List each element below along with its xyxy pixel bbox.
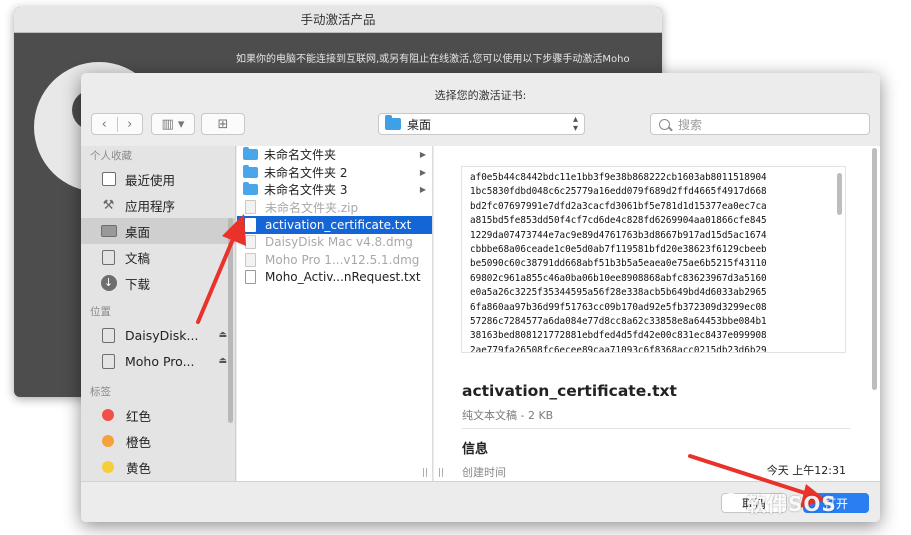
volume-icon [100,327,117,343]
updown-chevron-icon: ▴ ▾ [572,114,578,134]
preview-divider [462,428,850,429]
sidebar-item-daisydisk[interactable]: DaisyDisk... ⏏ [81,322,235,348]
sidebar-item-tag-yellow[interactable]: 黄色 [81,454,235,480]
sidebar-item-label: Moho Pro... [125,353,195,369]
watermark: 软件SOS [722,489,904,516]
sidebar-item-label: 桌面 [125,224,151,240]
watermark-text: 软件SOS [746,491,837,516]
new-folder-button[interactable]: ⊞ [201,113,245,135]
column-resize-handle[interactable]: || [438,468,444,478]
new-folder-icon: ⊞ [217,116,229,132]
sidebar: 个人收藏 最近使用 ⚒ 应用程序 桌面 文稿 ↓ 下载 位置 DaisyDisk… [81,146,236,481]
file-name: activation_certificate.txt [265,217,412,232]
desktop-icon [100,224,117,239]
sidebar-item-desktop[interactable]: 桌面 [81,218,235,244]
file-row[interactable]: 未命名文件夹 2 ▶ [237,164,432,182]
watermark-logo-icon [722,493,740,511]
tag-red-dot-icon [102,409,114,421]
view-mode-button[interactable]: ▥ ▾ [151,113,195,135]
tag-yellow-dot-icon [102,461,114,473]
sidebar-item-label: 应用程序 [125,198,176,214]
dialog-toolbar: ‹ › ▥ ▾ ⊞ 桌面 ▴ ▾ 搜索 [81,111,880,141]
preview-filetype: 纯文本文稿 - 2 KB [462,409,554,422]
search-placeholder: 搜索 [678,117,703,132]
text-preview-scrollbar[interactable] [837,173,842,215]
file-name: 未命名文件夹 [264,148,337,163]
file-column: 未命名文件夹 ▶ 未命名文件夹 2 ▶ 未命名文件夹 3 ▶ 未命名文件夹.zi… [237,146,433,481]
sidebar-item-label: 橙色 [126,434,152,450]
preview-filename: activation_certificate.txt [462,382,677,400]
preview-created-label: 创建时间 [462,466,506,479]
preview-scrollbar[interactable] [872,148,877,390]
sidebar-item-recents[interactable]: 最近使用 [81,166,235,192]
sidebar-section-favorites: 个人收藏 [90,150,132,162]
folder-icon [385,115,401,130]
sidebar-item-moho-pro[interactable]: Moho Pro... ⏏ [81,348,235,374]
downloads-icon: ↓ [100,275,117,291]
file-name: 未命名文件夹 2 [264,165,348,180]
recents-icon [100,172,117,187]
nav-buttons: ‹ › [91,113,143,135]
text-preview-content: af0e5b44c8442bdc11e1bb3f9e38b868222cb160… [470,172,767,353]
location-popup[interactable]: 桌面 ▴ ▾ [378,113,585,135]
sidebar-section-locations: 位置 [90,306,111,318]
preview-created-value: 今天 上午12:31 [766,464,846,477]
file-row[interactable]: 未命名文件夹 ▶ [237,146,432,164]
chevron-right-icon: ▶ [419,185,426,195]
text-file-icon [245,270,256,285]
applications-icon: ⚒ [102,197,115,213]
file-row[interactable]: Moho_Activ...nRequest.txt [237,269,432,287]
open-file-dialog: 选择您的激活证书: ‹ › ▥ ▾ ⊞ 桌面 ▴ ▾ 搜索 个人收藏 最近使用 ⚒ [81,73,880,522]
sidebar-item-applications[interactable]: ⚒ 应用程序 [81,192,235,218]
file-row-selected[interactable]: activation_certificate.txt [237,216,432,234]
disk-image-icon [245,235,256,250]
file-name: Moho_Activ...nRequest.txt [265,270,421,285]
volume-icon [100,353,117,369]
file-name: 未命名文件夹 3 [264,183,348,198]
file-row[interactable]: 未命名文件夹.zip [237,199,432,217]
sidebar-item-documents[interactable]: 文稿 [81,244,235,270]
sidebar-item-label: 文稿 [125,250,151,266]
folder-icon [243,147,258,161]
file-name: 未命名文件夹.zip [265,200,359,215]
sidebar-item-tag-orange[interactable]: 橙色 [81,428,235,454]
eject-icon[interactable]: ⏏ [218,330,227,340]
back-button[interactable]: ‹ [92,117,117,132]
folder-icon [243,182,258,196]
sidebar-item-label: 红色 [126,408,152,424]
search-field[interactable]: 搜索 [650,113,870,135]
search-icon [659,118,670,130]
sidebar-item-label: DaisyDisk... [125,327,199,343]
preview-info-header: 信息 [462,442,489,457]
sidebar-section-tags: 标签 [90,386,111,398]
dialog-title: 选择您的激活证书: [434,89,527,102]
background-window-title: 手动激活产品 [14,7,662,33]
location-label: 桌面 [407,117,432,132]
sidebar-item-label: 下载 [125,276,151,292]
file-name: DaisyDisk Mac v4.8.dmg [265,235,413,250]
chevron-right-icon: ▶ [419,150,426,160]
text-preview: af0e5b44c8442bdc11e1bb3f9e38b868222cb160… [461,166,846,353]
eject-icon[interactable]: ⏏ [218,356,227,366]
sidebar-item-label: 最近使用 [125,172,176,188]
sidebar-item-downloads[interactable]: ↓ 下载 [81,270,235,296]
zip-file-icon [245,200,256,215]
chevron-right-icon: ▶ [419,167,426,177]
preview-pane: af0e5b44c8442bdc11e1bb3f9e38b868222cb160… [434,146,880,481]
forward-button[interactable]: › [116,116,143,132]
column-resize-handle[interactable]: || [422,468,428,478]
sidebar-scrollbar[interactable] [228,218,233,423]
file-row[interactable]: DaisyDisk Mac v4.8.dmg [237,234,432,252]
disk-image-icon [245,252,256,267]
folder-icon [243,164,258,178]
text-file-icon [245,217,256,232]
columns-view-icon: ▥ ▾ [161,116,185,132]
file-row[interactable]: Moho Pro 1...v12.5.1.dmg [237,251,432,269]
tag-orange-dot-icon [102,435,114,447]
file-name: Moho Pro 1...v12.5.1.dmg [265,252,420,267]
documents-icon [100,249,117,265]
sidebar-item-tag-red[interactable]: 红色 [81,402,235,428]
sidebar-item-label: 黄色 [126,460,152,476]
file-row[interactable]: 未命名文件夹 3 ▶ [237,181,432,199]
